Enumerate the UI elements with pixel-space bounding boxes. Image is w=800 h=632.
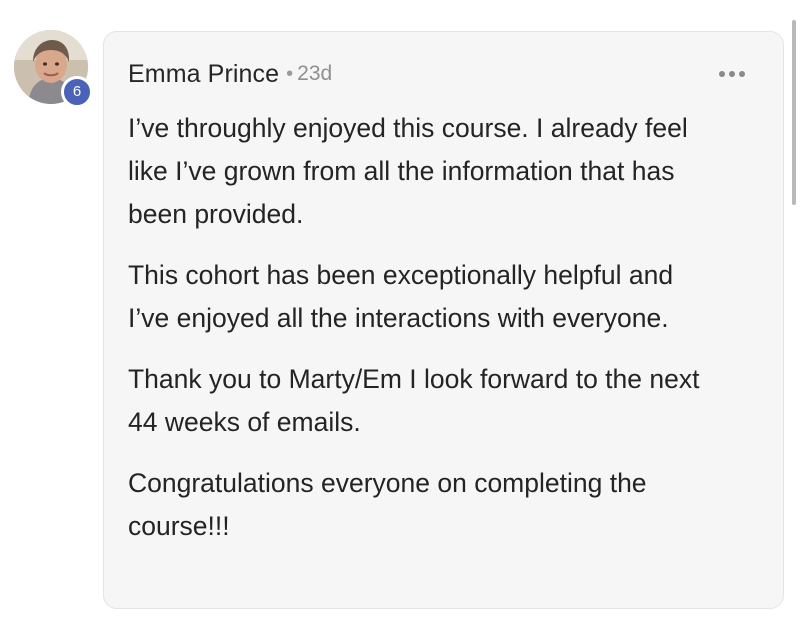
author-avatar-group[interactable]: 6 [14,30,93,108]
menu-dot [719,71,725,77]
comment-card: Emma Prince • 23d I’ve throughly enjoyed… [103,31,784,609]
author-name[interactable]: Emma Prince [128,60,279,89]
comment-paragraph: I’ve throughly enjoyed this course. I al… [128,113,688,229]
menu-dot [739,71,745,77]
comment-paragraph: This cohort has been exceptionally helpf… [128,260,674,333]
comment-header: Emma Prince • 23d [128,58,753,90]
comment-paragraph: Congratulations everyone on completing t… [128,468,647,541]
post-age: 23d [297,62,333,85]
meta-separator: • [286,62,294,85]
more-horizontal-icon[interactable] [719,68,745,80]
level-badge: 6 [61,76,93,108]
comment-body: I’ve throughly enjoyed this course. I al… [128,107,768,566]
scrollbar[interactable] [792,20,796,205]
comment-thread: 6 Emma Prince • 23d I’ve throughly enjoy… [0,0,800,632]
comment-paragraph: Thank you to Marty/Em I look forward to … [128,364,700,437]
menu-dot [729,71,735,77]
